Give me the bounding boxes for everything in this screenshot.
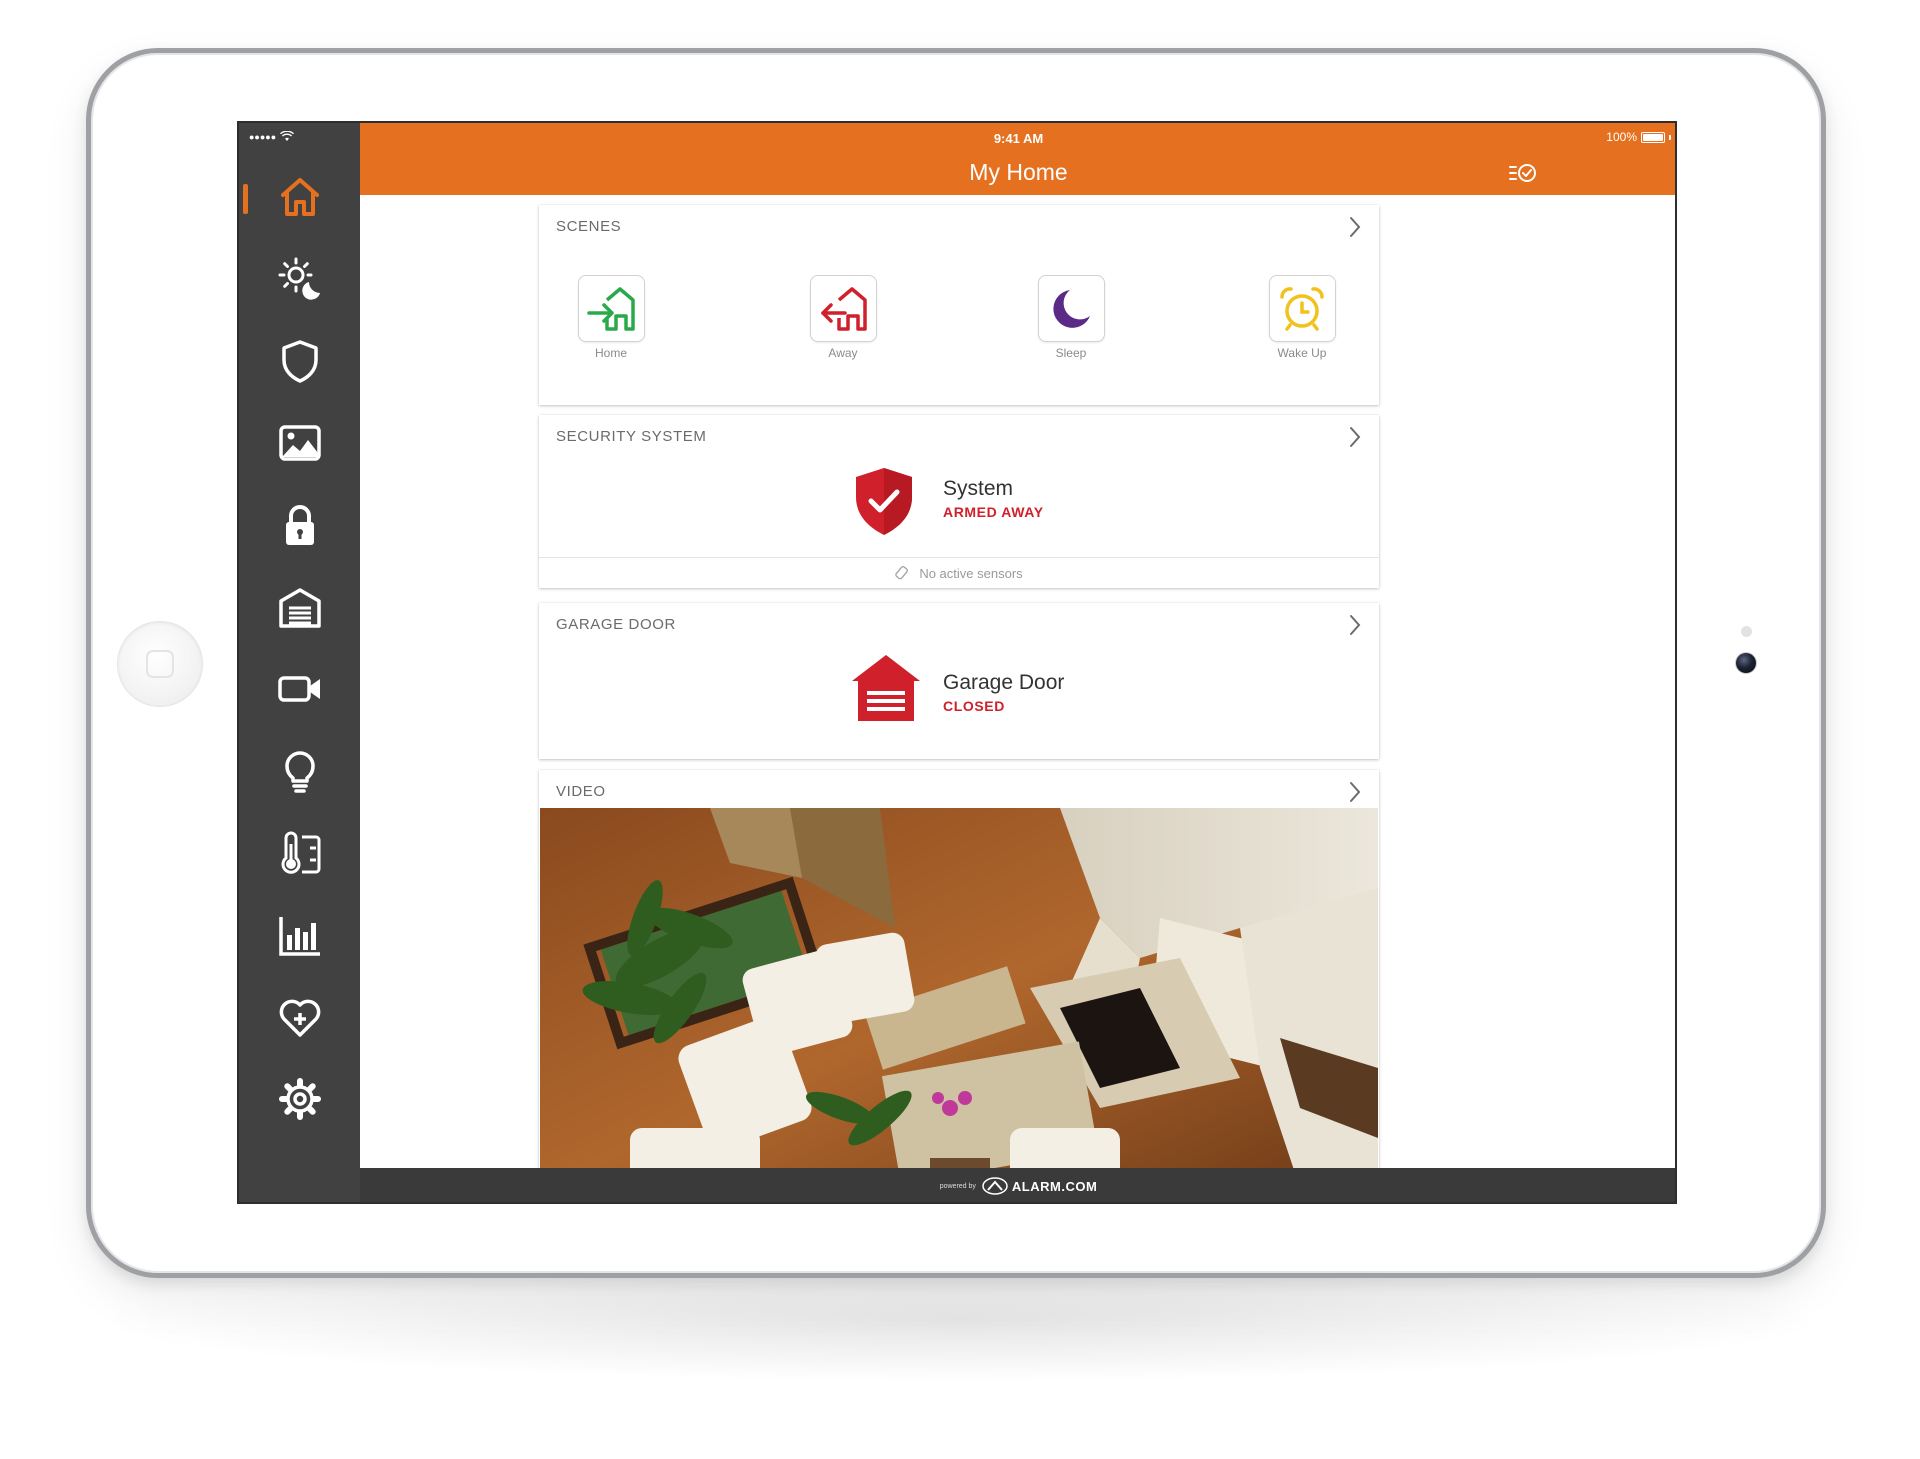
garage-icon bbox=[278, 588, 321, 628]
checklist-icon[interactable] bbox=[1508, 161, 1538, 185]
video-feed[interactable] bbox=[540, 808, 1378, 1168]
chevron-right-icon[interactable] bbox=[1347, 613, 1363, 637]
app-footer: powered by ALARM.COM bbox=[360, 1168, 1675, 1202]
security-card[interactable]: SECURITY SYSTEM System ARMED AWAY No act… bbox=[539, 415, 1379, 588]
nav-wellness[interactable] bbox=[239, 981, 360, 1053]
app-screen: ●●●●● 9:41 AM My Home 100% SCENES Home A… bbox=[237, 121, 1677, 1204]
nav-settings[interactable] bbox=[239, 1063, 360, 1135]
nav-lights[interactable] bbox=[239, 735, 360, 807]
scene-home[interactable]: Home bbox=[551, 275, 671, 360]
scene-away-tile[interactable] bbox=[809, 275, 877, 342]
image-gallery-icon bbox=[278, 425, 321, 461]
lightbulb-icon bbox=[284, 751, 315, 793]
sensors-status-text: No active sensors bbox=[919, 565, 1023, 581]
brand-name: ALARM.COM bbox=[1011, 1178, 1098, 1194]
heart-plus-icon bbox=[279, 999, 320, 1037]
security-status-badge: ARMED AWAY bbox=[943, 504, 1044, 520]
bar-chart-icon bbox=[278, 917, 320, 956]
alarm-clock-icon bbox=[1280, 286, 1324, 331]
garage-door-icon bbox=[852, 655, 920, 721]
arrive-home-icon bbox=[587, 286, 635, 331]
security-header: SECURITY SYSTEM bbox=[556, 428, 707, 445]
leave-home-icon bbox=[821, 286, 867, 331]
scenes-card[interactable]: SCENES Home Away Sleep Wake Up bbox=[539, 205, 1379, 405]
garage-header: GARAGE DOOR bbox=[556, 616, 676, 633]
living-room-camera-image bbox=[540, 808, 1378, 1168]
chevron-right-icon[interactable] bbox=[1347, 780, 1363, 804]
nav-security[interactable] bbox=[239, 325, 360, 397]
video-card[interactable]: VIDEO bbox=[539, 770, 1379, 1168]
nav-scenes[interactable] bbox=[239, 243, 360, 315]
nav-video[interactable] bbox=[239, 653, 360, 725]
status-signal: ●●●●● bbox=[249, 131, 295, 142]
video-camera-icon bbox=[277, 676, 320, 702]
scene-sleep[interactable]: Sleep bbox=[1011, 275, 1131, 360]
shield-icon bbox=[281, 340, 318, 383]
scene-label: Home bbox=[594, 346, 627, 360]
scene-wake-up[interactable]: Wake Up bbox=[1242, 275, 1362, 360]
nav-images[interactable] bbox=[239, 407, 360, 479]
status-time: 9:41 AM bbox=[993, 131, 1044, 146]
app-header: 9:41 AM My Home 100% bbox=[360, 123, 1675, 195]
garage-card[interactable]: GARAGE DOOR Garage Door CLOSED bbox=[539, 603, 1379, 759]
video-header: VIDEO bbox=[556, 783, 606, 800]
device-camera bbox=[1736, 653, 1756, 673]
chevron-right-icon[interactable] bbox=[1347, 215, 1363, 239]
device-home-button[interactable] bbox=[118, 622, 202, 706]
powered-by-label: powered by bbox=[939, 1182, 976, 1190]
security-system-name: System bbox=[943, 477, 1014, 500]
thermostat-icon bbox=[281, 831, 320, 874]
scene-label: Sleep bbox=[1055, 346, 1087, 360]
scene-label: Away bbox=[828, 346, 858, 360]
nav-garage[interactable] bbox=[239, 571, 360, 643]
signal-dots: ●●●●● bbox=[249, 131, 277, 142]
scenes-header: SCENES bbox=[556, 218, 622, 235]
dashboard: SCENES Home Away Sleep Wake Up SECURITY … bbox=[360, 195, 1675, 1168]
alarm-com-logo-icon bbox=[982, 1177, 1008, 1195]
device-sensor bbox=[1741, 626, 1752, 637]
scene-home-tile[interactable] bbox=[577, 275, 645, 342]
home-icon bbox=[280, 178, 319, 216]
nav-locks[interactable] bbox=[239, 489, 360, 561]
nav-thermostat[interactable] bbox=[239, 817, 360, 889]
page-title: My Home bbox=[969, 159, 1068, 185]
battery-percent: 100% bbox=[1606, 130, 1637, 144]
battery-icon bbox=[1641, 131, 1665, 143]
wifi-icon bbox=[280, 131, 295, 141]
lock-icon bbox=[285, 505, 314, 545]
sensor-icon bbox=[895, 566, 909, 580]
chevron-right-icon[interactable] bbox=[1347, 425, 1363, 449]
garage-door-name: Garage Door bbox=[943, 671, 1065, 694]
nav-energy[interactable] bbox=[239, 899, 360, 971]
sidebar: ●●●●● bbox=[239, 123, 360, 1202]
garage-status-badge: CLOSED bbox=[943, 698, 1005, 714]
scene-label: Wake Up bbox=[1277, 346, 1327, 360]
shield-check-icon bbox=[856, 468, 912, 535]
battery-indicator: 100% bbox=[1606, 130, 1671, 144]
scene-wake-up-tile[interactable] bbox=[1268, 275, 1336, 342]
scene-away[interactable]: Away bbox=[783, 275, 903, 360]
gear-icon bbox=[278, 1078, 321, 1120]
sensors-status: No active sensors bbox=[539, 557, 1379, 588]
scene-sleep-tile[interactable] bbox=[1037, 275, 1105, 342]
device-shadow bbox=[110, 1260, 1810, 1380]
nav-home[interactable] bbox=[239, 161, 360, 233]
scenes-sun-moon-icon bbox=[278, 257, 320, 300]
moon-icon bbox=[1053, 289, 1090, 328]
